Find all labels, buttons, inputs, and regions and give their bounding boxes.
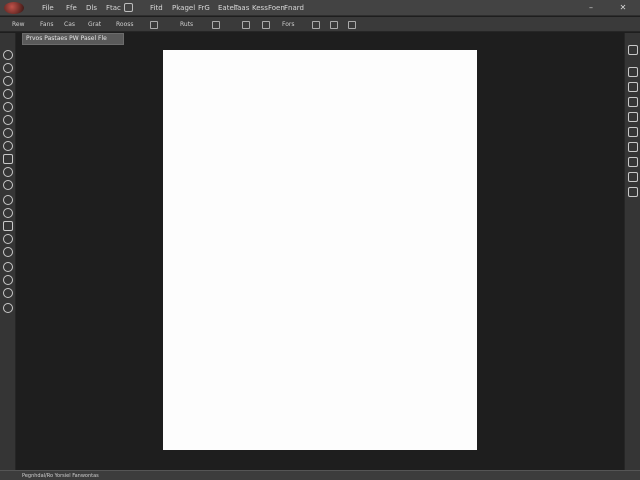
history-panel-icon[interactable] — [628, 45, 638, 55]
quick-select-tool-icon[interactable] — [3, 89, 13, 99]
option-3[interactable]: Cas — [64, 19, 75, 30]
menu-item-3[interactable]: Dls — [84, 2, 99, 14]
color-panel-icon[interactable] — [628, 67, 638, 77]
blur-tool-icon[interactable] — [3, 208, 13, 218]
menu-bar: File Ffe Dls Ftac Fitd Pkagel FrG Eatei … — [0, 0, 640, 16]
menu-item-6[interactable]: Pkagel — [170, 2, 197, 14]
settings-icon[interactable] — [348, 21, 356, 29]
paragraph-panel-icon[interactable] — [628, 142, 638, 152]
menu-item-4[interactable]: Ftac — [104, 2, 123, 14]
path-select-tool-icon[interactable] — [3, 262, 13, 272]
dodge-tool-icon[interactable] — [3, 221, 13, 231]
panels-dock — [624, 33, 640, 470]
swatches-panel-icon[interactable] — [628, 82, 638, 92]
document-canvas[interactable] — [163, 50, 477, 450]
menu-item-9[interactable]: Taas — [232, 2, 251, 14]
styles-panel-icon[interactable] — [628, 127, 638, 137]
channels-panel-icon[interactable] — [628, 172, 638, 182]
option-2[interactable]: Fans — [40, 19, 54, 30]
adjustments-panel-icon[interactable] — [628, 112, 638, 122]
mode-icon[interactable] — [312, 21, 320, 29]
type-tool-icon[interactable] — [3, 247, 13, 257]
paths-panel-icon[interactable] — [628, 187, 638, 197]
tools-panel — [0, 33, 16, 470]
arrange-icon[interactable] — [330, 21, 338, 29]
align-icon[interactable] — [150, 21, 158, 29]
status-text: Pegnhdal/Ro Yorsiel Fanwontas — [22, 473, 99, 479]
hand-tool-icon[interactable] — [3, 288, 13, 298]
history-brush-tool-icon[interactable] — [3, 167, 13, 177]
marquee-tool-icon[interactable] — [3, 63, 13, 73]
crop-tool-icon[interactable] — [3, 102, 13, 112]
canvas-workspace[interactable] — [17, 46, 623, 470]
shape-tool-icon[interactable] — [3, 275, 13, 285]
status-bar: Pegnhdal/Ro Yorsiel Fanwontas — [0, 470, 640, 480]
stamp-tool-icon[interactable] — [3, 154, 13, 164]
toggle-icon[interactable] — [124, 3, 133, 12]
menu-item-7[interactable]: FrG — [196, 2, 212, 14]
app-logo-icon[interactable] — [4, 2, 24, 14]
layers-panel-icon[interactable] — [628, 157, 638, 167]
option-5[interactable]: Rooss — [116, 19, 134, 30]
close-button[interactable]: ✕ — [617, 2, 629, 14]
options-bar: Rew Fans Cas Grat Rooss Ruts Fors — [0, 17, 640, 32]
option-6[interactable]: Ruts — [180, 19, 193, 30]
move-tool-icon[interactable] — [3, 50, 13, 60]
option-1[interactable]: Rew — [12, 19, 25, 30]
menu-item-12[interactable]: Fnard — [282, 2, 306, 14]
eyedropper-tool-icon[interactable] — [3, 115, 13, 125]
distribute-icon[interactable] — [212, 21, 220, 29]
menu-item-5[interactable]: Fitd — [148, 2, 165, 14]
gradient-tool-icon[interactable] — [3, 195, 13, 205]
menu-item-2[interactable]: Ffe — [64, 2, 79, 14]
menu-item-file[interactable]: File — [40, 2, 56, 14]
grid-icon[interactable] — [242, 21, 250, 29]
option-7[interactable]: Fors — [282, 19, 295, 30]
zoom-tool-icon[interactable] — [3, 303, 13, 313]
pen-tool-icon[interactable] — [3, 234, 13, 244]
brush-tool-icon[interactable] — [3, 141, 13, 151]
minimize-button[interactable]: – — [585, 2, 597, 14]
option-4[interactable]: Grat — [88, 19, 101, 30]
brushes-panel-icon[interactable] — [628, 97, 638, 107]
eraser-tool-icon[interactable] — [3, 180, 13, 190]
document-tab[interactable]: Prvos Pastaes PW Pasel Fle — [22, 33, 124, 45]
lasso-tool-icon[interactable] — [3, 76, 13, 86]
healing-tool-icon[interactable] — [3, 128, 13, 138]
transform-icon[interactable] — [262, 21, 270, 29]
